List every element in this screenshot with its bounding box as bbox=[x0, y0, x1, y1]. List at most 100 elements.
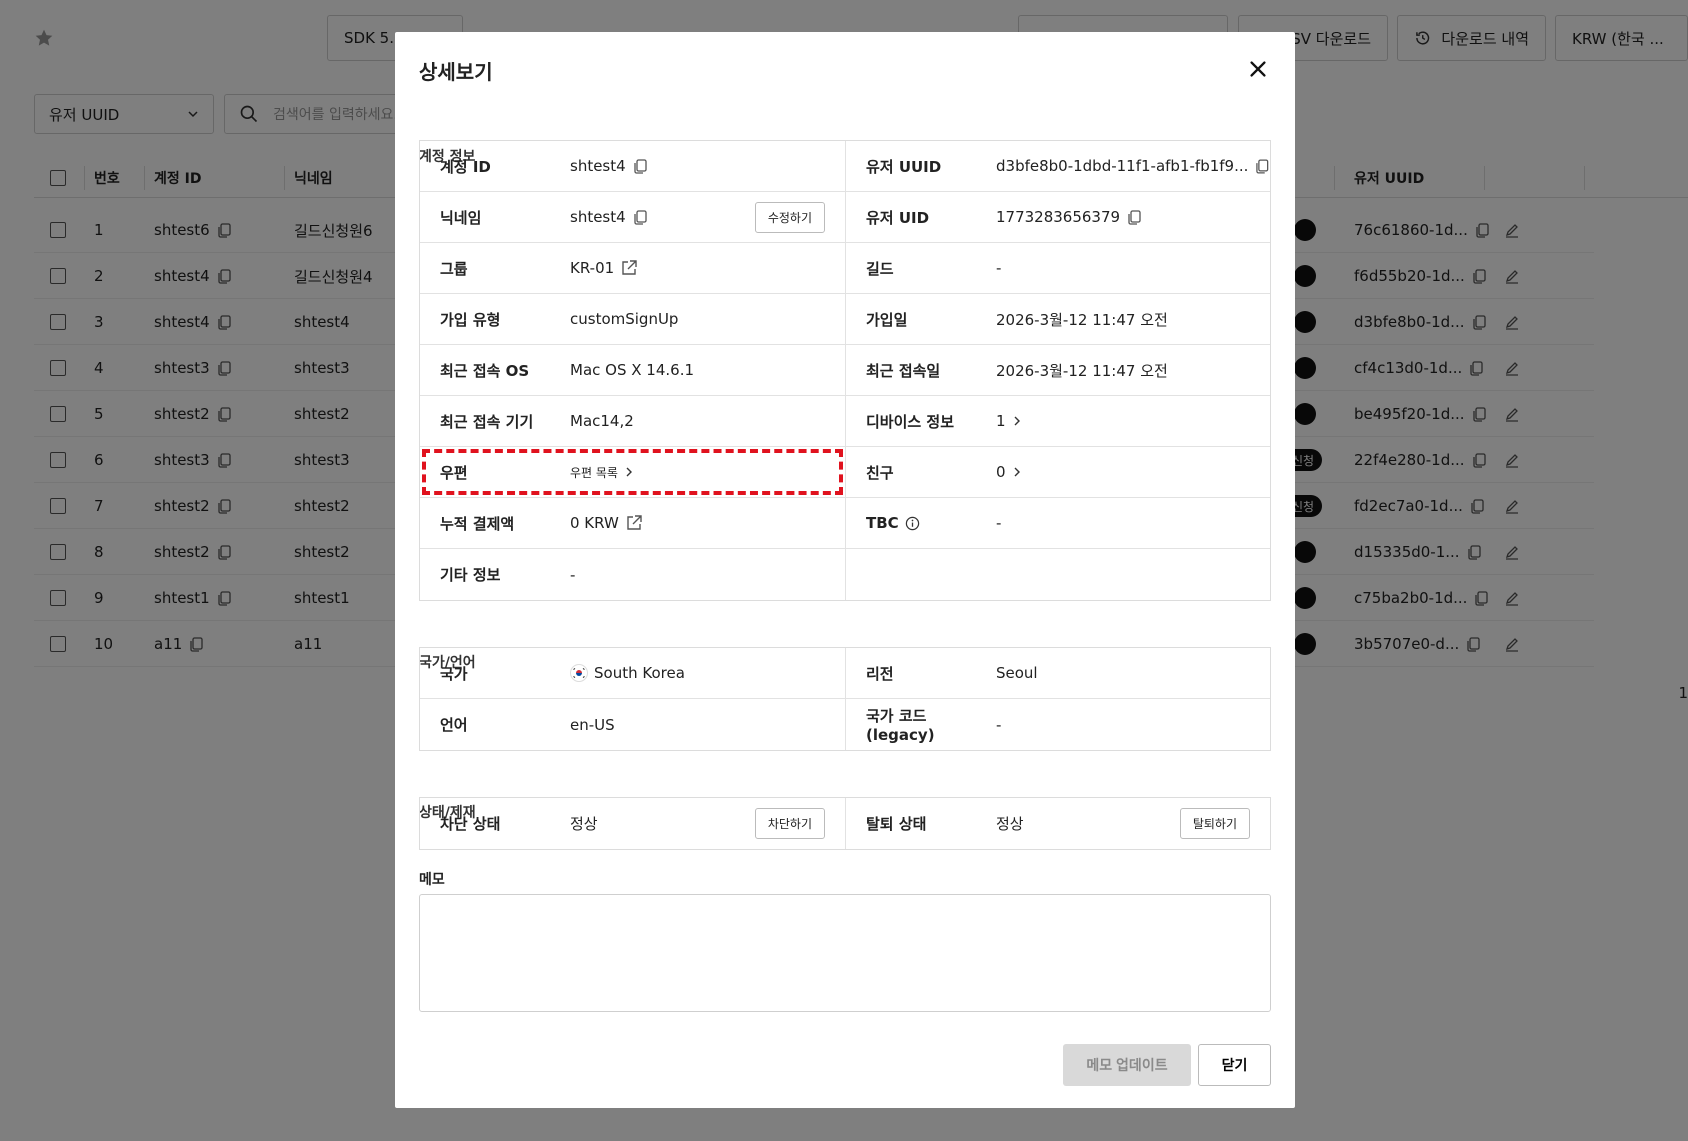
copy-icon[interactable] bbox=[1254, 158, 1270, 174]
info-row: 국가 South Korea 리전 Seoul bbox=[420, 648, 1270, 699]
field-value-text: shtest4 bbox=[570, 208, 626, 226]
field-label-text: 국가 코드 (legacy) bbox=[866, 707, 935, 744]
field-label-text: 언어 bbox=[440, 716, 468, 734]
field-label-text: 우편 bbox=[440, 463, 468, 482]
info-icon[interactable] bbox=[905, 516, 920, 531]
field-label: 디바이스 정보 bbox=[846, 411, 996, 432]
chevron-right-icon bbox=[1014, 416, 1020, 426]
info-cell: 닉네임 shtest4 수정하기 bbox=[420, 192, 845, 242]
field-value-text: Mac OS X 14.6.1 bbox=[570, 361, 694, 379]
memo-textarea[interactable] bbox=[419, 894, 1271, 1012]
field-value-text: 0 bbox=[996, 463, 1006, 481]
info-cell: 친구 0 bbox=[845, 447, 1270, 497]
status-info-grid: 차단 상태 정상 차단하기 탈퇴 상태 정상 탈퇴하기 bbox=[419, 797, 1271, 850]
field-action-button[interactable]: 차단하기 bbox=[754, 808, 825, 839]
field-label: 국가 bbox=[420, 663, 570, 684]
field-label: 우편 bbox=[420, 462, 570, 483]
info-cell: 국가 South Korea bbox=[420, 648, 845, 698]
field-label: 언어 bbox=[420, 714, 570, 735]
field-label-text: 기타 정보 bbox=[440, 566, 501, 584]
field-value: customSignUp bbox=[570, 310, 845, 328]
info-row: 닉네임 shtest4 수정하기 유저 UID 1773283656379 bbox=[420, 192, 1270, 243]
field-label-text: 탈퇴 상태 bbox=[866, 815, 927, 833]
info-cell: 기타 정보 - bbox=[420, 549, 845, 600]
field-value-text: Seoul bbox=[996, 664, 1038, 682]
field-label: 국가 코드 (legacy) bbox=[846, 705, 996, 744]
field-value: South Korea bbox=[570, 664, 845, 682]
field-value: shtest4 bbox=[570, 157, 845, 175]
field-value-text: 정상 bbox=[996, 815, 1024, 833]
field-value: Mac OS X 14.6.1 bbox=[570, 361, 845, 379]
info-row: 우편 우편 목록 친구 0 bbox=[420, 447, 1270, 498]
field-label-text: 가입 유형 bbox=[440, 310, 501, 329]
copy-icon[interactable] bbox=[632, 209, 648, 225]
field-label: 차단 상태 bbox=[420, 813, 570, 834]
info-row: 최근 접속 기기 Mac14,2 디바이스 정보 1 bbox=[420, 396, 1270, 447]
field-value-text: KR-01 bbox=[570, 259, 615, 277]
field-value: 2026-3월-12 11:47 오전 bbox=[996, 309, 1270, 330]
info-row: 계정 ID shtest4 유저 UUID d3bfe8b0-1dbd-11f1-af… bbox=[420, 141, 1270, 192]
korea-flag-icon bbox=[570, 664, 588, 682]
info-row: 누적 결제액 0 KRW TBC - bbox=[420, 498, 1270, 549]
field-label: 길드 bbox=[846, 258, 996, 279]
info-cell: 언어 en-US bbox=[420, 699, 845, 750]
field-value-text: - bbox=[996, 715, 1002, 734]
field-value: - bbox=[996, 716, 1270, 734]
field-action-button[interactable]: 수정하기 bbox=[754, 202, 825, 233]
field-label: 기타 정보 bbox=[420, 564, 570, 585]
info-cell: 가입일 2026-3월-12 11:47 오전 bbox=[845, 294, 1270, 344]
field-value: 0 KRW bbox=[570, 514, 845, 532]
field-value: 2026-3월-12 11:47 오전 bbox=[996, 360, 1270, 381]
field-value-text: 0 KRW bbox=[570, 514, 619, 532]
field-value[interactable]: 우편 목록 bbox=[570, 464, 845, 481]
field-value-text: shtest4 bbox=[570, 157, 626, 175]
info-cell: 계정 ID shtest4 bbox=[420, 141, 845, 191]
field-label-text: 길드 bbox=[866, 259, 894, 278]
info-row: 기타 정보 - bbox=[420, 549, 1270, 600]
field-label-text: 누적 결제액 bbox=[440, 514, 515, 533]
field-value: - bbox=[996, 514, 1270, 532]
field-value[interactable]: 0 bbox=[996, 463, 1270, 481]
field-label-text: 최근 접속 OS bbox=[440, 361, 530, 380]
copy-icon[interactable] bbox=[632, 158, 648, 174]
field-label-text: 계정 ID bbox=[440, 157, 491, 176]
field-label: 닉네임 bbox=[420, 207, 570, 228]
close-button[interactable]: 닫기 bbox=[1198, 1044, 1271, 1086]
info-cell: 리전 Seoul bbox=[845, 648, 1270, 698]
field-label-text: 닉네임 bbox=[440, 208, 482, 227]
info-cell: 디바이스 정보 1 bbox=[845, 396, 1270, 446]
info-cell: 차단 상태 정상 차단하기 bbox=[420, 798, 845, 849]
field-label-text: 그룹 bbox=[440, 259, 468, 278]
memo-update-button[interactable]: 메모 업데이트 bbox=[1063, 1044, 1191, 1086]
field-value-text: - bbox=[996, 259, 1002, 277]
field-value: 1773283656379 bbox=[996, 208, 1270, 226]
field-value[interactable]: 1 bbox=[996, 412, 1270, 430]
field-action-button[interactable]: 탈퇴하기 bbox=[1179, 808, 1250, 839]
field-value-text: - bbox=[570, 565, 576, 584]
field-label-text: 유저 UUID bbox=[866, 157, 942, 176]
field-label: 가입 유형 bbox=[420, 309, 570, 330]
field-value: - bbox=[996, 259, 1270, 277]
chevron-right-icon bbox=[1014, 467, 1020, 477]
external-link-icon[interactable] bbox=[625, 514, 643, 532]
field-label-text: 친구 bbox=[866, 463, 894, 482]
field-label: 최근 접속 기기 bbox=[420, 411, 570, 432]
field-label-text: 차단 상태 bbox=[440, 815, 501, 833]
field-value: Mac14,2 bbox=[570, 412, 845, 430]
info-cell: 최근 접속일 2026-3월-12 11:47 오전 bbox=[845, 345, 1270, 395]
external-link-icon[interactable] bbox=[620, 259, 638, 277]
field-label-text: 최근 접속 기기 bbox=[440, 412, 534, 431]
memo-label: 메모 bbox=[419, 872, 445, 888]
info-row: 언어 en-US 국가 코드 (legacy) - bbox=[420, 699, 1270, 750]
field-label-text: 가입일 bbox=[866, 310, 908, 329]
field-label: 친구 bbox=[846, 462, 996, 483]
field-value-text: 우편 목록 bbox=[570, 465, 618, 480]
chevron-right-icon bbox=[626, 467, 632, 477]
field-value-text: - bbox=[996, 514, 1002, 532]
close-icon[interactable] bbox=[1247, 58, 1269, 80]
field-label-text: TBC bbox=[866, 514, 899, 532]
field-value-text: Mac14,2 bbox=[570, 412, 634, 430]
field-value-text: en-US bbox=[570, 715, 615, 734]
field-label-text: 최근 접속일 bbox=[866, 361, 941, 380]
copy-icon[interactable] bbox=[1126, 209, 1142, 225]
